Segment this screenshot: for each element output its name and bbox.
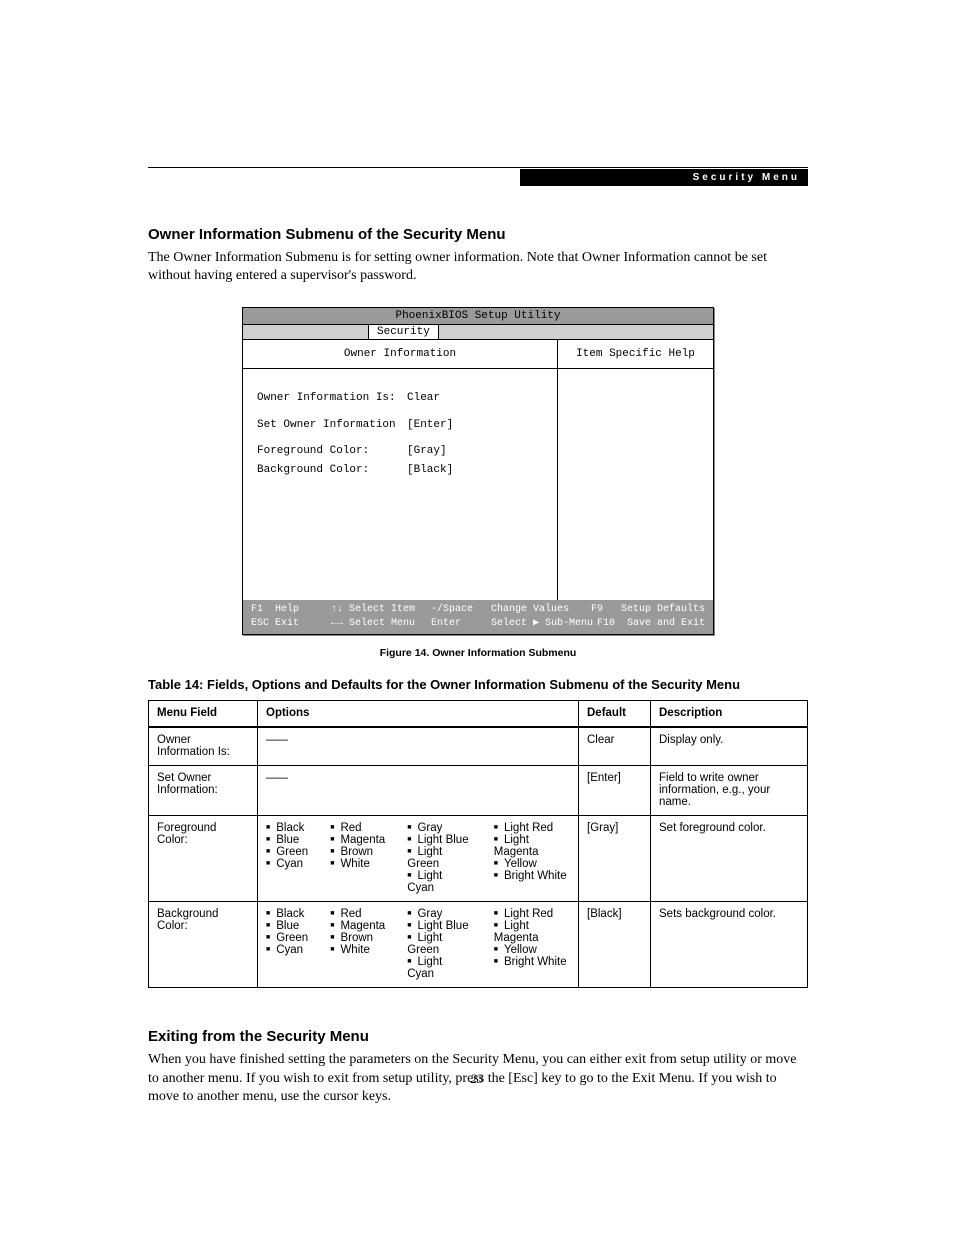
color-option: Blue [266, 834, 308, 846]
cell-menu-field: Owner Information Is: [149, 727, 258, 766]
color-option: Cyan [266, 858, 308, 870]
section-body-owner-info: The Owner Information Submenu is for set… [148, 249, 808, 285]
bios-field-value: [Black] [407, 463, 453, 478]
color-option: Cyan [266, 944, 308, 956]
color-option: Light Red [494, 822, 570, 834]
cell-menu-field: Set Owner Information: [149, 766, 258, 816]
cell-options: —— [258, 766, 579, 816]
cell-description: Display only. [651, 727, 808, 766]
cell-menu-field: Background Color: [149, 902, 258, 988]
color-option: Light Green [407, 846, 472, 870]
cell-default: [Enter] [579, 766, 651, 816]
color-option: Light Magenta [494, 834, 570, 858]
bios-right-title: Item Specific Help [558, 340, 713, 369]
color-option: Yellow [494, 858, 570, 870]
color-option: White [330, 858, 385, 870]
color-option: Red [330, 908, 385, 920]
cell-options: BlackBlueGreenCyan RedMagentaBrownWhite Gr… [258, 902, 579, 988]
color-option: Yellow [494, 944, 570, 956]
bios-tab-security: Security [368, 325, 439, 339]
color-option: Light Red [494, 908, 570, 920]
color-option: Light Green [407, 932, 472, 956]
color-option: Black [266, 822, 308, 834]
table-row: Foreground Color: BlackBlueGreenCyan RedMa… [149, 816, 808, 902]
table-row: Set Owner Information:——[Enter]Field to … [149, 766, 808, 816]
section-title-owner-info: Owner Information Submenu of the Securit… [148, 226, 808, 243]
cell-default: [Gray] [579, 816, 651, 902]
color-option: Black [266, 908, 308, 920]
color-option: Magenta [330, 920, 385, 932]
th-menu-field: Menu Field [149, 701, 258, 728]
bios-title: PhoenixBIOS Setup Utility [243, 308, 713, 325]
th-default: Default [579, 701, 651, 728]
bios-field-label: Background Color: [257, 463, 407, 478]
color-option: Blue [266, 920, 308, 932]
cell-menu-field: Foreground Color: [149, 816, 258, 902]
table-title: Table 14: Fields, Options and Defaults f… [148, 677, 808, 692]
color-option: Light Blue [407, 834, 472, 846]
th-options: Options [258, 701, 579, 728]
color-option: Light Blue [407, 920, 472, 932]
cell-description: Set foreground color. [651, 816, 808, 902]
bios-field-label: Owner Information Is: [257, 391, 407, 406]
bios-field-label: Foreground Color: [257, 444, 407, 459]
section-title-exiting: Exiting from the Security Menu [148, 1028, 808, 1045]
color-option: Green [266, 846, 308, 858]
table-row: Owner Information Is:——ClearDisplay only… [149, 727, 808, 766]
color-option: Red [330, 822, 385, 834]
bios-footer: F1 Help ↑↓ Select Item -/Space Change Va… [243, 600, 713, 634]
bios-field-label: Set Owner Information [257, 418, 407, 433]
cell-default: Clear [579, 727, 651, 766]
cell-options: —— [258, 727, 579, 766]
page-header: Security Menu [520, 169, 808, 186]
color-option: Light Cyan [407, 956, 472, 980]
color-option: Magenta [330, 834, 385, 846]
cell-default: [Black] [579, 902, 651, 988]
color-option: Brown [330, 846, 385, 858]
page-number: 23 [0, 1071, 954, 1087]
bios-screenshot: PhoenixBIOS Setup Utility Security Owner… [242, 307, 714, 635]
th-description: Description [651, 701, 808, 728]
cell-options: BlackBlueGreenCyan RedMagentaBrownWhite Gr… [258, 816, 579, 902]
figure-caption: Figure 14. Owner Information Submenu [148, 647, 808, 659]
color-option: Brown [330, 932, 385, 944]
bios-field-value: Clear [407, 391, 440, 406]
color-option: Light Cyan [407, 870, 472, 894]
bios-field-value: [Enter] [407, 418, 453, 433]
color-option: Bright White [494, 956, 570, 968]
cell-description: Sets background color. [651, 902, 808, 988]
color-option: Light Magenta [494, 920, 570, 944]
color-option: Green [266, 932, 308, 944]
color-option: Bright White [494, 870, 570, 882]
top-rule [148, 167, 808, 168]
cell-description: Field to write owner information, e.g., … [651, 766, 808, 816]
table-row: Background Color: BlackBlueGreenCyan RedMa… [149, 902, 808, 988]
bios-tab-row: Security [243, 325, 713, 340]
options-table: Menu Field Options Default Description O… [148, 700, 808, 988]
bios-field-value: [Gray] [407, 444, 447, 459]
color-option: Gray [407, 908, 472, 920]
color-option: Gray [407, 822, 472, 834]
color-option: White [330, 944, 385, 956]
bios-left-title: Owner Information [243, 340, 557, 369]
